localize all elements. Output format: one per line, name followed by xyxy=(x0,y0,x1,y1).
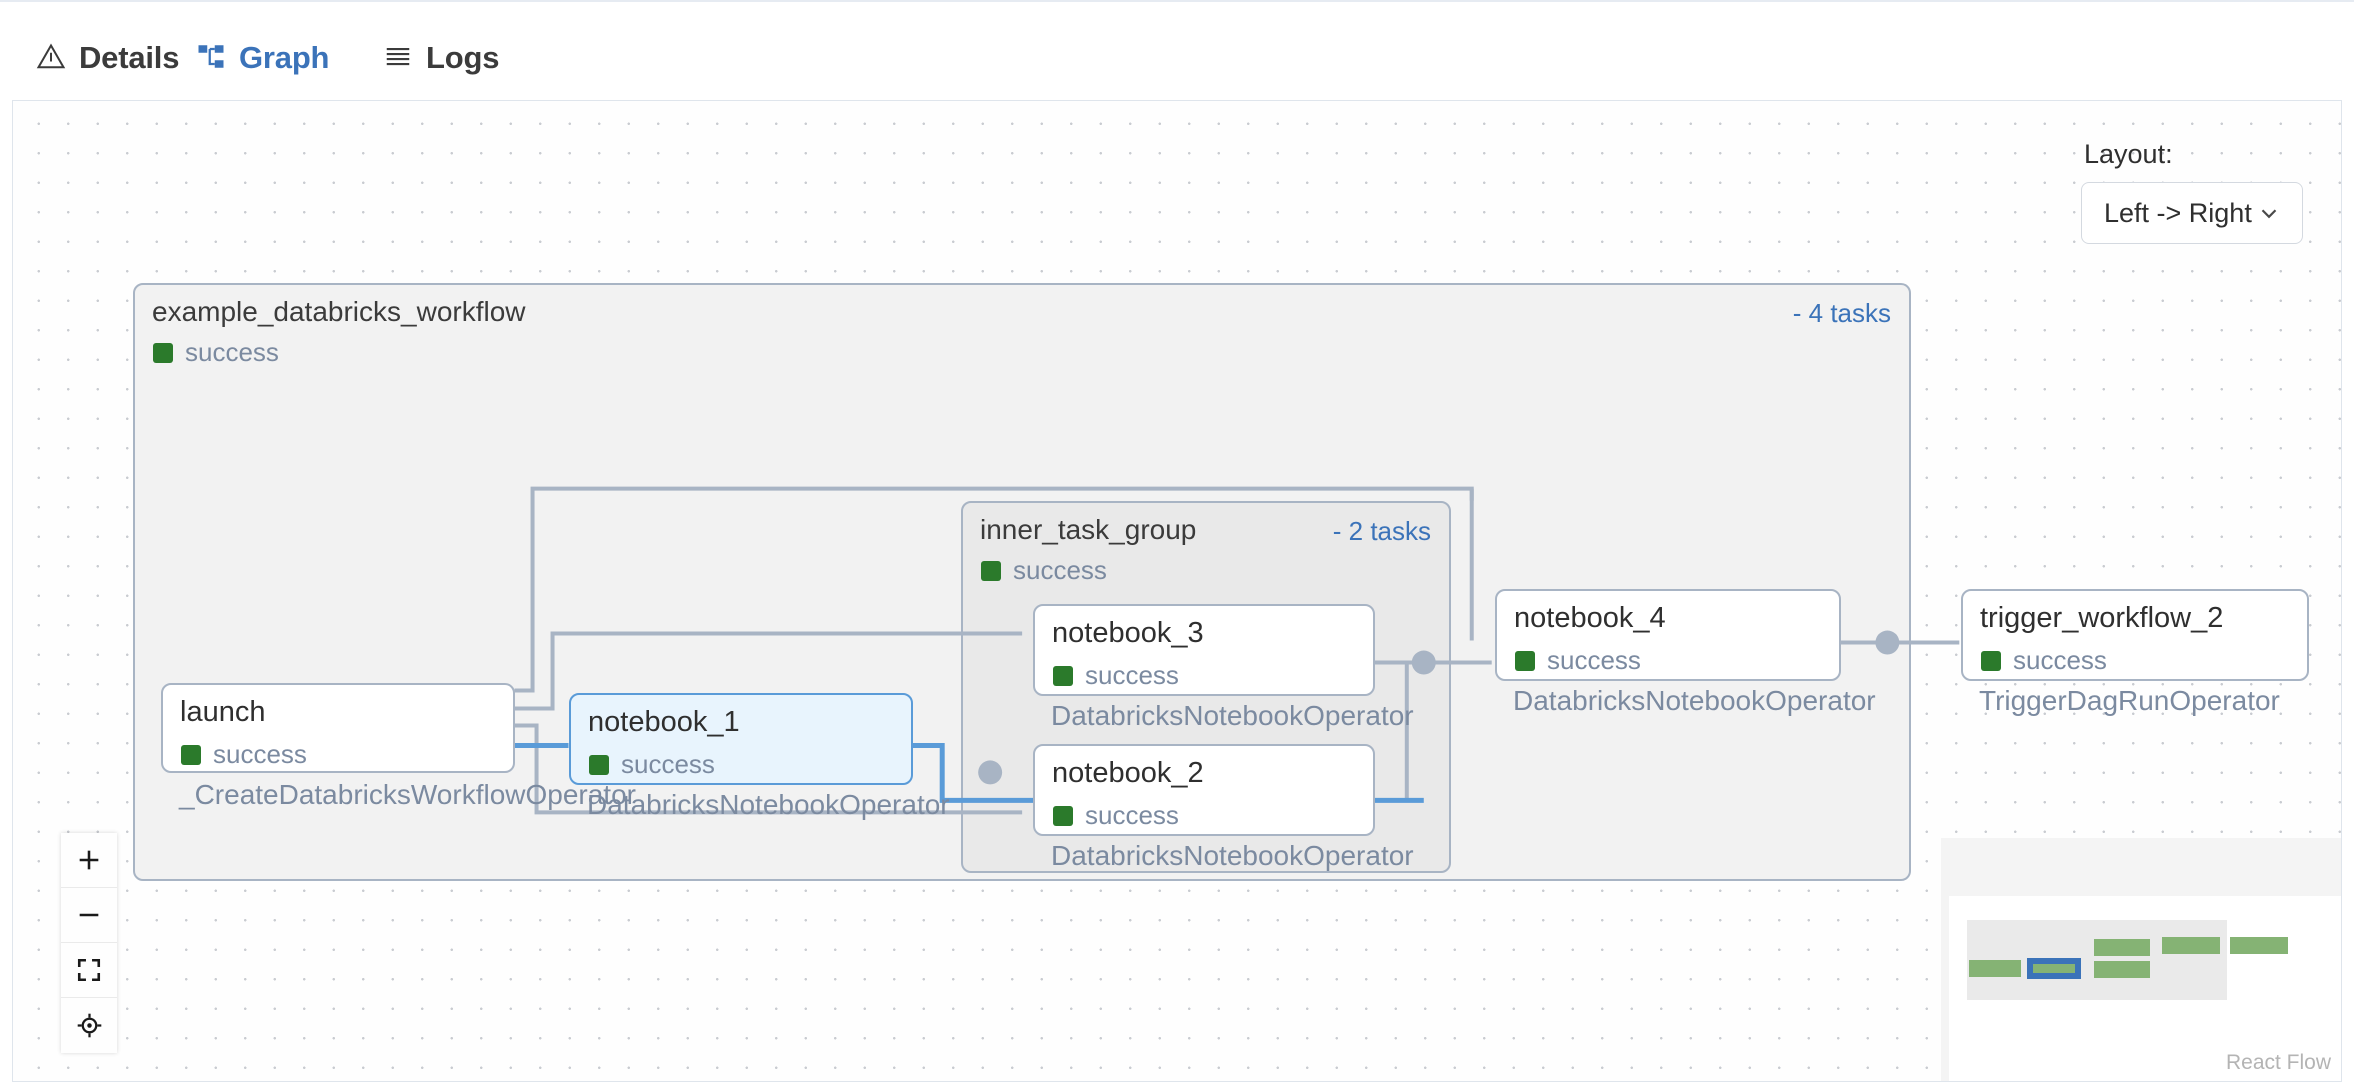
graph-icon xyxy=(198,45,224,68)
node-launch-operator: _CreateDatabricksWorkflowOperator xyxy=(179,779,636,810)
tab-graph[interactable]: Graph xyxy=(196,20,330,118)
task-group-status: success xyxy=(153,337,279,368)
minimap-node xyxy=(2162,937,2220,954)
plus-icon xyxy=(79,850,99,870)
minimap-node xyxy=(2094,939,2150,956)
node-launch-title: launch xyxy=(180,696,266,728)
node-notebook-2-title: notebook_2 xyxy=(1052,757,1204,789)
minimap-node xyxy=(2094,961,2150,978)
node-trigger-workflow-2[interactable]: trigger_workflow_2 success TriggerDagRun… xyxy=(1961,589,2309,716)
status-square-icon xyxy=(981,560,1001,581)
tab-graph-label: Graph xyxy=(239,40,330,75)
node-launch-status: success xyxy=(181,739,307,770)
node-notebook-3-status: success xyxy=(1053,660,1179,691)
node-notebook-2-status: success xyxy=(1053,800,1179,831)
minimap-node xyxy=(1969,960,2021,977)
node-notebook-2[interactable]: notebook_2 success DatabricksNotebookOpe… xyxy=(1033,744,1414,871)
status-square-icon xyxy=(153,342,173,363)
crosshair-icon xyxy=(77,1013,101,1038)
node-launch[interactable]: launch success _CreateDatabricksWorkflow… xyxy=(161,683,636,810)
node-notebook-4-status-label: success xyxy=(1547,645,1641,675)
task-group-title: example_databricks_workflow xyxy=(152,296,526,327)
node-notebook-1-operator: DatabricksNotebookOperator xyxy=(587,789,950,820)
react-flow-attribution[interactable]: React Flow xyxy=(2226,1051,2331,1075)
node-notebook-3-operator: DatabricksNotebookOperator xyxy=(1051,700,1414,731)
inner-group-status-label: success xyxy=(1013,555,1107,585)
node-notebook-4-operator: DatabricksNotebookOperator xyxy=(1513,685,1876,716)
tab-details[interactable]: Details xyxy=(36,20,179,100)
node-notebook-1-status: success xyxy=(589,749,715,780)
tab-bar: Details Graph Logs xyxy=(0,0,2354,118)
tab-details-label: Details xyxy=(79,40,180,75)
node-notebook-4[interactable]: notebook_4 success DatabricksNotebookOpe… xyxy=(1495,589,1876,716)
minus-icon xyxy=(79,913,99,917)
node-trigger-workflow-2-status: success xyxy=(1981,645,2107,676)
zoom-in-button[interactable] xyxy=(61,833,117,888)
layout-select[interactable]: Left -> Right xyxy=(2081,182,2303,244)
minimap-node xyxy=(2230,937,2288,954)
zoom-out-button[interactable] xyxy=(61,888,117,943)
interactivity-lock-button[interactable] xyxy=(61,998,117,1053)
tab-logs[interactable]: Logs xyxy=(383,20,499,100)
status-square-icon xyxy=(1515,650,1535,671)
graph-canvas[interactable]: Layout: Left -> Right example_databricks… xyxy=(12,100,2342,1082)
status-square-icon xyxy=(1053,665,1073,686)
node-notebook-2-operator: DatabricksNotebookOperator xyxy=(1051,840,1414,871)
status-square-icon xyxy=(589,754,609,775)
inner-group-title: inner_task_group xyxy=(980,514,1197,545)
tab-logs-label: Logs xyxy=(426,40,500,75)
minimap[interactable] xyxy=(1941,838,2341,1081)
task-group-status-label: success xyxy=(185,337,279,367)
node-notebook-3-title: notebook_3 xyxy=(1052,617,1204,649)
node-notebook-1[interactable]: notebook_1 success DatabricksNotebookOpe… xyxy=(569,693,950,820)
fit-view-button[interactable] xyxy=(61,943,117,998)
node-launch-status-label: success xyxy=(213,739,307,769)
chevron-down-icon xyxy=(2261,209,2277,219)
status-square-icon xyxy=(1981,650,2001,671)
task-group-task-count[interactable]: - 4 tasks xyxy=(1793,298,1891,329)
node-trigger-workflow-2-title: trigger_workflow_2 xyxy=(1980,602,2224,634)
layout-label: Layout: xyxy=(2084,139,2173,169)
list-lines-icon xyxy=(386,47,410,66)
fit-view-icon xyxy=(77,958,101,982)
node-notebook-4-status: success xyxy=(1515,645,1641,676)
node-notebook-2-status-label: success xyxy=(1085,800,1179,830)
zoom-controls xyxy=(61,833,117,1053)
node-notebook-1-title: notebook_1 xyxy=(588,706,740,738)
alert-triangle-icon xyxy=(36,43,66,69)
layout-select-value: Left -> Right xyxy=(2104,197,2252,228)
status-square-icon xyxy=(1053,805,1073,826)
status-square-icon xyxy=(181,744,201,765)
node-notebook-1-status-label: success xyxy=(621,749,715,779)
layout-panel: Layout: Left -> Right xyxy=(2081,139,2303,244)
node-trigger-workflow-2-operator: TriggerDagRunOperator xyxy=(1979,685,2280,716)
minimap-node-selected xyxy=(2027,958,2081,979)
inner-group-status: success xyxy=(981,555,1107,586)
node-notebook-3[interactable]: notebook_3 success DatabricksNotebookOpe… xyxy=(1033,604,1414,731)
node-notebook-3-status-label: success xyxy=(1085,660,1179,690)
node-notebook-4-title: notebook_4 xyxy=(1514,602,1666,634)
inner-group-task-count[interactable]: - 2 tasks xyxy=(1333,516,1431,547)
node-trigger-workflow-2-status-label: success xyxy=(2013,645,2107,675)
